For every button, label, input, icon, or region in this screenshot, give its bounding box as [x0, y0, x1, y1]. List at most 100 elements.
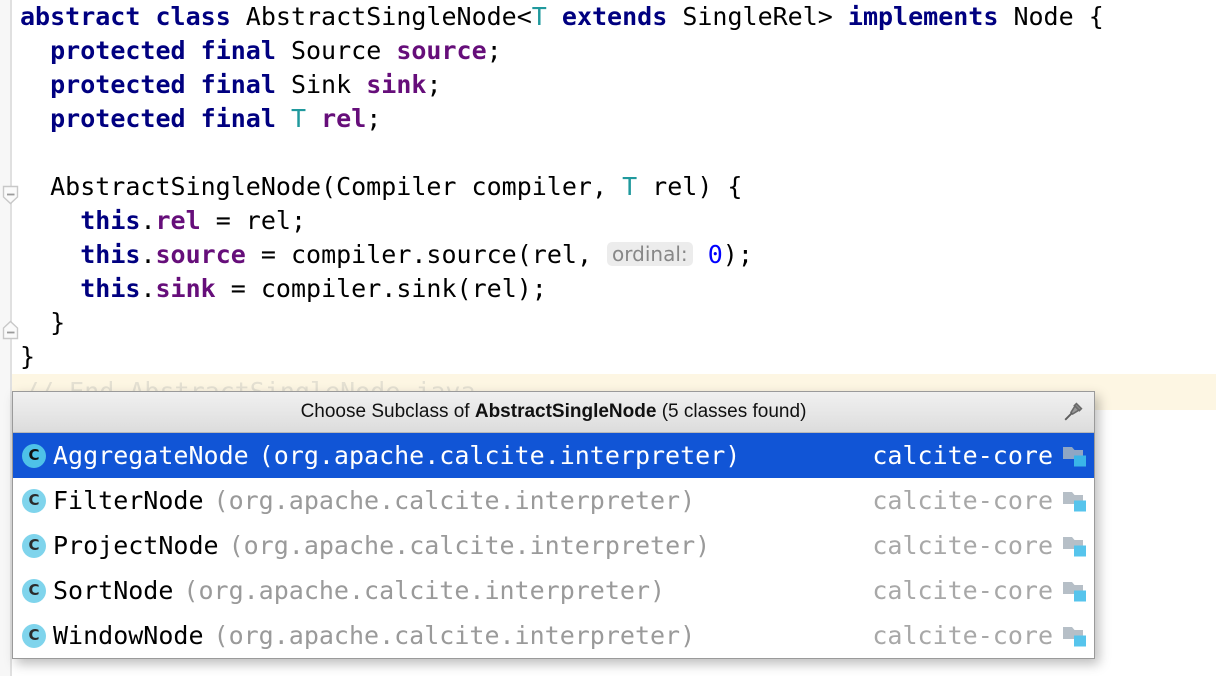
code-token: protected: [50, 70, 186, 99]
code-token: SingleRel>: [667, 2, 848, 31]
class-icon: C: [22, 578, 46, 603]
list-item-class-name: SortNode: [53, 576, 174, 605]
code-token: rel: [321, 104, 367, 133]
fold-collapse-icon[interactable]: [2, 185, 19, 205]
popup-header: Choose Subclass of AbstractSingleNode (5…: [13, 392, 1094, 433]
code-token: sink: [155, 274, 216, 303]
popup-title-prefix: Choose Subclass of: [300, 401, 475, 422]
list-item-class-name: ProjectNode: [53, 531, 219, 560]
code-token: );: [722, 240, 753, 269]
code-token: = compiler.source(rel,: [245, 240, 608, 269]
list-item-module: calcite-core: [872, 576, 1053, 605]
code-token: = compiler.sink(rel);: [215, 274, 547, 303]
list-item-module: calcite-core: [872, 531, 1053, 560]
code-token: Sink: [275, 70, 367, 99]
code-token: sink: [366, 70, 427, 99]
class-icon: C: [22, 443, 46, 468]
code-token: T: [531, 2, 547, 31]
code-token: Source: [275, 36, 397, 65]
code-token: rel) {: [637, 172, 743, 201]
list-item-class-name: FilterNode: [53, 486, 204, 515]
line-assign-source: this.source = compiler.source(rel, ordin…: [20, 238, 1216, 272]
class-icon: C: [22, 488, 46, 513]
class-icon-letter: C: [22, 443, 46, 468]
popup-title: Choose Subclass of AbstractSingleNode (5…: [301, 401, 807, 423]
list-item-package: (org.apache.calcite.interpreter): [183, 576, 666, 605]
choose-subclass-popup[interactable]: Choose Subclass of AbstractSingleNode (5…: [12, 391, 1095, 659]
code-token: T: [290, 104, 307, 133]
code-token: final: [200, 70, 276, 99]
code-token: source: [396, 36, 487, 65]
code-content[interactable]: abstract class AbstractSingleNode<T exte…: [20, 0, 1216, 374]
list-item-class-name: WindowNode: [53, 621, 204, 650]
code-token: .: [140, 240, 156, 269]
code-token: implements: [847, 2, 999, 31]
editor-window: // End AbstractSingleNode.java abstract …: [0, 0, 1216, 676]
code-token: T: [622, 172, 638, 201]
list-item[interactable]: C FilterNode (org.apache.calcite.interpret…: [13, 478, 1094, 523]
popup-title-suffix: (5 classes found): [656, 401, 807, 422]
code-token: this: [80, 206, 141, 235]
code-token: .: [140, 274, 156, 303]
line-assign-rel: this.rel = rel;: [20, 204, 1216, 238]
popup-title-target: AbstractSingleNode: [474, 401, 657, 422]
code-token: class: [155, 2, 231, 31]
subclass-list[interactable]: C AggregateNode (org.apache.calcite.interp…: [13, 433, 1094, 658]
line-field-source: protected final Source source;: [20, 34, 1216, 68]
code-token: = rel;: [200, 206, 307, 235]
code-token: }: [20, 342, 36, 371]
class-icon: C: [22, 533, 46, 558]
code-token: source: [155, 240, 246, 269]
list-item[interactable]: C WindowNode (org.apache.calcite.interpret…: [13, 613, 1094, 658]
code-token: 0: [707, 240, 723, 269]
code-token: final: [200, 36, 276, 65]
line-assign-sink: this.sink = compiler.sink(rel);: [20, 272, 1216, 306]
list-item-package: (org.apache.calcite.interpreter): [213, 486, 696, 515]
class-icon-letter: C: [22, 533, 46, 558]
list-item-module: calcite-core: [872, 621, 1053, 650]
line-field-sink: protected final Sink sink;: [20, 68, 1216, 102]
line-close-class: }: [20, 340, 1216, 374]
line-field-rel: protected final T rel;: [20, 102, 1216, 136]
class-icon-letter: C: [22, 623, 46, 648]
code-token: ;: [426, 70, 442, 99]
code-token: protected: [50, 104, 186, 133]
list-item[interactable]: C SortNode (org.apache.calcite.interpreter…: [13, 568, 1094, 613]
code-token: rel: [155, 206, 201, 235]
list-item-package: (org.apache.calcite.interpreter): [213, 621, 696, 650]
popup-scrollbar[interactable]: [1081, 434, 1094, 658]
code-token: AbstractSingleNode<: [230, 2, 532, 31]
code-token: extends: [561, 2, 668, 31]
class-icon: C: [22, 623, 46, 648]
pin-icon[interactable]: [1060, 399, 1086, 425]
list-item-module: calcite-core: [872, 441, 1053, 470]
list-item-package: (org.apache.calcite.interpreter): [258, 441, 741, 470]
class-icon-letter: C: [22, 578, 46, 603]
code-token: protected: [50, 36, 186, 65]
editor-gutter[interactable]: [0, 0, 19, 676]
list-item[interactable]: C ProjectNode (org.apache.calcite.interpre…: [13, 523, 1094, 568]
list-item[interactable]: C AggregateNode (org.apache.calcite.interp…: [13, 433, 1094, 478]
line-blank-1: [20, 136, 1216, 170]
code-token: }: [20, 308, 66, 337]
list-item-package: (org.apache.calcite.interpreter): [228, 531, 711, 560]
list-item-class-name: AggregateNode: [53, 441, 249, 470]
list-item-module: calcite-core: [872, 486, 1053, 515]
fold-end-icon[interactable]: [2, 320, 19, 340]
code-token: .: [140, 206, 156, 235]
